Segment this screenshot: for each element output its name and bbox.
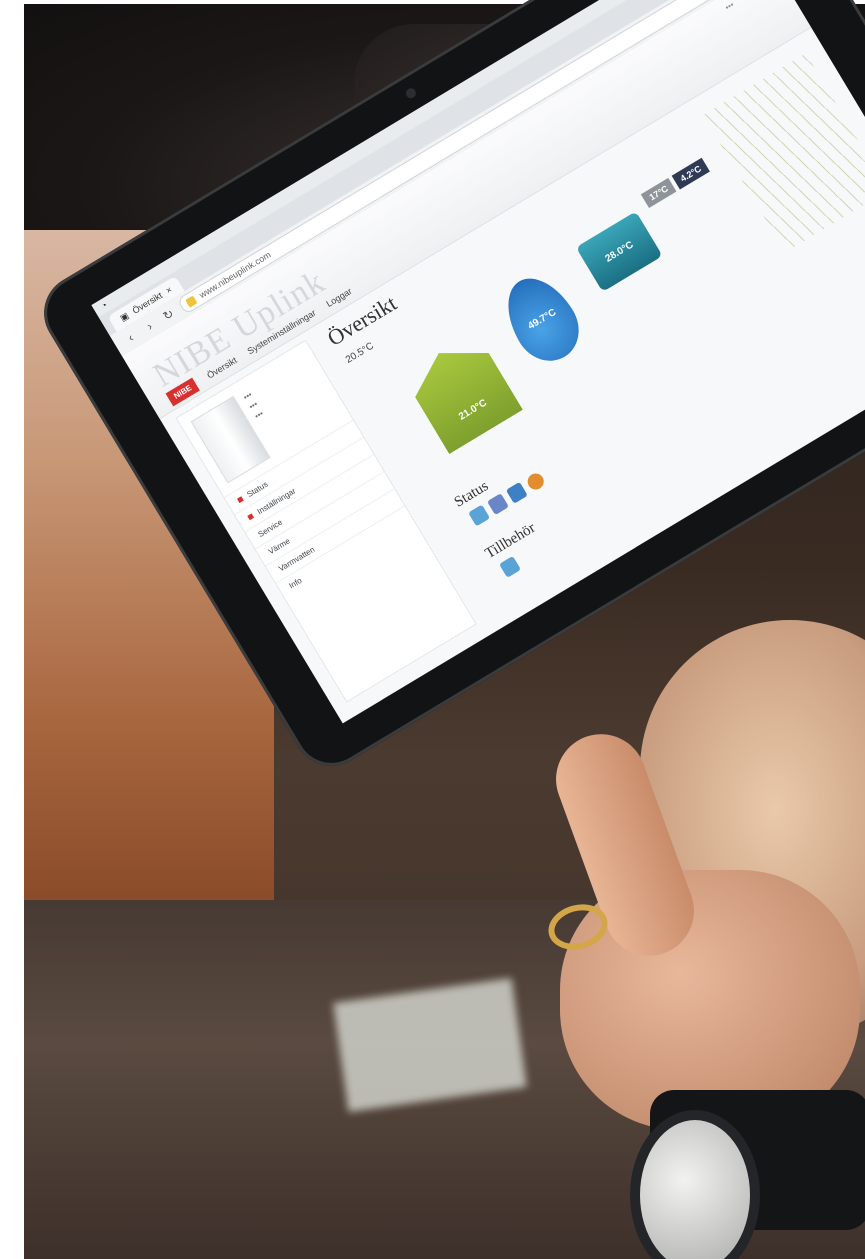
back-icon[interactable]: ‹	[121, 328, 140, 347]
favicon-icon: ▣	[117, 309, 131, 323]
info-icon[interactable]	[486, 493, 509, 516]
photo-background: ◔ ▭ ▣ Översikt × ‹ › ↻ www.nibeuplink.co…	[0, 0, 865, 1259]
wifi-icon: ◔	[99, 299, 110, 312]
top-link[interactable]: •••	[724, 0, 736, 12]
folder-icon[interactable]	[468, 504, 491, 527]
reload-icon[interactable]: ↻	[159, 305, 178, 324]
close-icon[interactable]: ×	[164, 284, 174, 295]
wristwatch	[600, 1090, 865, 1259]
lock-icon	[184, 295, 198, 308]
water-drop-icon[interactable]: 49.7°C	[492, 265, 592, 373]
house-icon[interactable]: 21.0°C	[402, 331, 523, 454]
top-link[interactable]: •••	[739, 0, 751, 3]
red-dot-icon	[247, 513, 255, 521]
camera-icon	[404, 86, 418, 101]
hand	[540, 720, 865, 1140]
outdoor-temps: 17°C 4.2°C	[640, 157, 710, 209]
red-dot-icon	[236, 496, 244, 504]
top-links: ••• ••• •••	[724, 0, 767, 12]
status-icon[interactable]	[505, 481, 528, 504]
forward-icon[interactable]: ›	[140, 317, 159, 336]
temp-tag: 17°C	[640, 177, 677, 209]
temp-tag: 4.2°C	[671, 157, 710, 190]
tank-icon[interactable]: 28.0°C	[575, 211, 663, 292]
alert-icon[interactable]	[524, 470, 547, 493]
menu-item[interactable]: Loggar	[324, 286, 353, 309]
left-border	[0, 0, 24, 1259]
accessory-icons	[499, 555, 521, 578]
folder-icon[interactable]	[499, 555, 521, 578]
